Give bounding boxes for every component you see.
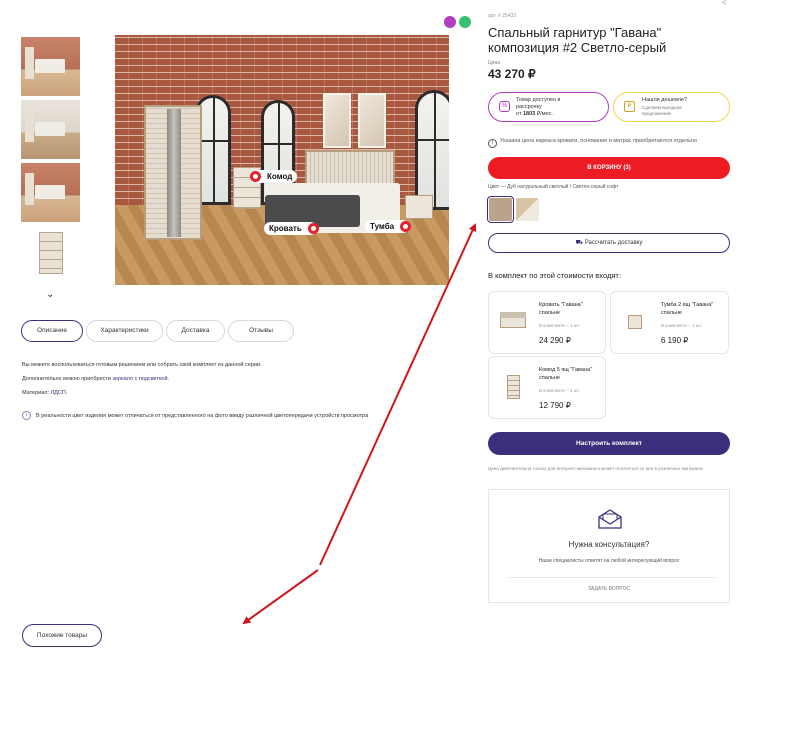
consult-subtitle: Наши специалисты ответят на любой интере… [538,558,680,564]
nightstand-thumbnail [620,310,650,332]
nightstand [405,195,433,219]
chevron-down-icon[interactable]: ⌄ [46,289,54,300]
set-item-qty: В комплекте – 1 шт. [539,388,581,393]
thumbnail-image [21,226,80,285]
info-icon: i [22,411,31,420]
product-title: Спальный гарнитур "Гавана" композиция #2… [488,25,667,55]
ask-question-link[interactable]: ЗАДАТЬ ВОПРОС [489,586,729,592]
hotspot-krovat[interactable]: Кровать [264,222,319,235]
cheaper-offer-badge[interactable]: ₽ Нашли дешевле? Сделаем выгодное предло… [613,92,730,122]
color-swatch-1[interactable] [487,196,514,223]
share-icon[interactable]: < [722,0,727,7]
mirror-link[interactable]: зеркало с подсветкой [113,376,168,382]
add-to-cart-button[interactable]: В КОРЗИНУ (3) [488,157,730,179]
set-item-qty: В комплекте – 1 шт. [539,323,581,328]
calculate-delivery-button[interactable]: ⛟ Рассчитать доставку [488,233,730,253]
gallery-thumbnail-3[interactable] [21,163,80,222]
divider [509,577,716,578]
set-item-card[interactable]: Кровать "Гавана" спальне В комплекте – 1… [488,291,606,354]
set-item-name: Тумба 2 ящ "Гавана" спальне [661,302,714,316]
set-item-price: 6 190 ₽ [661,336,689,345]
annotation-arrow-down [242,569,319,625]
chest-thumbnail [498,375,528,399]
set-heading: В комплект по этой стоимости входят: [488,271,621,280]
wall-art [358,93,386,148]
color-row: Цвет — Дуб натуральный светлый / Светло-… [488,184,619,190]
tab-specs[interactable]: Характеристики [86,320,163,342]
description-line-1: Вы можете воспользоваться готовым решени… [22,362,262,368]
set-item-name: Кровать "Гавана" спальне [539,302,583,316]
set-item-name: Комод 5 ящ "Гавана" спальне [539,367,592,381]
wallet-icon: ₽ [624,101,635,112]
price-disclaimer: Цена действительна только для интернет-м… [488,466,704,471]
wall-art [323,93,351,148]
gallery-thumbnail-4[interactable] [21,226,80,285]
truck-icon: ⛟ [575,240,584,246]
thumbnail-image [21,100,80,159]
hotspot-dot [307,223,319,234]
thumbnail-image [21,163,80,222]
installment-icon: % [499,101,510,112]
main-product-image[interactable]: Комод Кровать Тумба [115,35,449,285]
gallery-thumbnail-2[interactable] [21,100,80,159]
set-item-card[interactable]: Тумба 2 ящ "Гавана" спальне В комплекте … [610,291,729,354]
price-label: Цена [488,60,501,66]
description-line-2: Дополнительно можно приобрести зеркало с… [22,376,170,382]
tab-description[interactable]: Описание [21,320,83,342]
material-link[interactable]: ЛДСП [51,390,66,396]
arched-window [415,90,449,210]
material-line: Материал: ЛДСП. [22,390,68,396]
consultation-block: Нужна консультация? Наши специалисты отв… [488,489,730,603]
thumbnail-image [21,37,80,96]
set-item-price: 24 290 ₽ [539,336,571,345]
set-item-qty: В комплекте – 1 шт. [661,323,703,328]
product-sku: арт. # 25432 [488,13,517,19]
tab-reviews[interactable]: Отзывы [228,320,294,342]
eco-badge-icon[interactable] [459,16,471,28]
envelope-icon [598,509,622,529]
set-item-card[interactable]: Комод 5 ящ "Гавана" спальне В комплекте … [488,356,606,419]
gallery-thumbnail-1[interactable] [21,37,80,96]
set-item-price: 12 790 ₽ [539,401,571,410]
product-price: 43 270 ₽ [488,67,536,81]
tab-delivery[interactable]: Доставка [166,320,225,342]
configure-set-button[interactable]: Настроить комплект [488,432,730,455]
consult-title: Нужна консультация? [568,540,650,549]
hotspot-tumba[interactable]: Тумба [365,220,412,233]
hotspot-komod[interactable]: Комод [250,170,298,183]
ar-view-icon[interactable] [444,16,456,28]
color-swatch-2[interactable] [516,198,539,221]
hotspot-dot [250,171,261,182]
wardrobe [144,105,202,240]
installment-badge[interactable]: % Товар доступен в рассрочку от 1803 ₽/м… [488,92,609,122]
color-disclaimer: В реальности цвет изделия может отличать… [36,413,369,419]
price-note: Указана цена каркаса кровати, основание … [500,138,698,144]
bed-thumbnail [498,310,528,332]
similar-products-button[interactable]: Похожие товары [22,624,102,647]
